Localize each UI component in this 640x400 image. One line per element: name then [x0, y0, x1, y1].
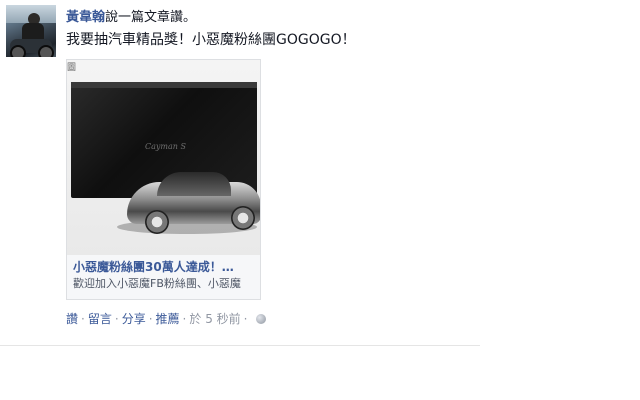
- author-link[interactable]: 黃韋翰: [66, 10, 105, 25]
- model-car-front-wheel: [145, 210, 169, 234]
- model-car-rear-wheel: [231, 206, 255, 230]
- separator: ·: [182, 312, 187, 326]
- gift-box-logo: Cayman S: [145, 142, 186, 151]
- model-car-roof: [157, 172, 231, 196]
- attachment-description: 歡迎加入小惡魔FB粉絲團、小惡魔: [73, 277, 241, 290]
- separator: ·: [148, 312, 153, 326]
- comment-link[interactable]: 留言: [88, 312, 112, 326]
- avatar-wheel-back: [38, 45, 54, 57]
- like-link[interactable]: 讚: [66, 312, 78, 326]
- avatar-wheel-front: [10, 45, 26, 57]
- attachment-title[interactable]: 小惡魔粉絲團30萬人達成！…: [73, 259, 253, 275]
- post-header: 黃韋翰說一篇文章讚。: [66, 9, 196, 26]
- avatar[interactable]: [6, 5, 56, 57]
- gift-box-lid: [71, 82, 257, 88]
- globe-icon[interactable]: [256, 314, 267, 324]
- post-actions-bar: 讚 · 留言 · 分享 · 推薦 · 於 5 秒前 ·: [66, 311, 267, 327]
- separator: ·: [81, 312, 85, 326]
- promote-link[interactable]: 推薦: [156, 312, 180, 326]
- post-message: 我要抽汽車精品獎！小惡魔粉絲團GOGOGO！: [66, 32, 356, 48]
- timestamp[interactable]: 於 5 秒前: [189, 312, 240, 326]
- link-attachment[interactable]: 圖 Cayman S 小惡魔粉絲團30萬人達成！… 歡迎加入小惡魔FB粉絲團、小…: [66, 59, 261, 300]
- share-link[interactable]: 分享: [122, 312, 146, 326]
- post-action-text: 說一篇文章讚。: [105, 10, 197, 25]
- attachment-caption[interactable]: 小惡魔粉絲團30萬人達成！… 歡迎加入小惡魔FB粉絲團、小惡魔: [67, 255, 260, 299]
- thumbnail-corner-text: 圖: [67, 63, 77, 73]
- feed-divider: [0, 345, 480, 346]
- separator: ·: [243, 312, 248, 326]
- separator: ·: [114, 312, 119, 326]
- attachment-thumbnail[interactable]: 圖 Cayman S: [67, 60, 260, 255]
